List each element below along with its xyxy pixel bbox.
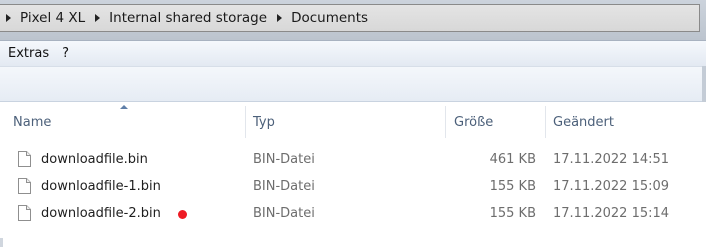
column-divider[interactable] (545, 106, 546, 138)
file-modified: 17.11.2022 15:09 (553, 179, 670, 194)
address-bar[interactable]: Pixel 4 XL Internal shared storage Docum… (0, 4, 700, 32)
file-row[interactable]: downloadfile-1.bin BIN-Datei 155 KB 17.1… (0, 173, 706, 200)
breadcrumb-chevron-icon[interactable] (6, 14, 11, 22)
breadcrumb-device[interactable]: Pixel 4 XL (20, 10, 85, 26)
red-dot-marker (178, 210, 187, 219)
menu-help[interactable]: ? (54, 46, 74, 61)
file-type: BIN-Datei (253, 152, 315, 167)
file-size: 155 KB (489, 206, 536, 221)
explorer-window: Pixel 4 XL Internal shared storage Docum… (0, 0, 706, 247)
column-header-modified[interactable]: Geändert (553, 115, 614, 130)
address-bar-frame: Pixel 4 XL Internal shared storage Docum… (0, 0, 706, 40)
file-icon (18, 205, 31, 221)
breadcrumb-chevron-icon[interactable] (95, 14, 101, 22)
column-header-name[interactable]: Name (13, 115, 51, 130)
file-row[interactable]: downloadfile.bin BIN-Datei 461 KB 17.11.… (0, 146, 706, 173)
breadcrumb-documents[interactable]: Documents (291, 10, 368, 26)
file-icon (18, 151, 31, 167)
file-name[interactable]: downloadfile.bin (41, 152, 148, 167)
column-headers: Name Typ Größe Geändert (0, 102, 706, 140)
file-type: BIN-Datei (253, 206, 315, 221)
sort-ascending-icon (120, 105, 128, 109)
breadcrumb-chevron-icon[interactable] (277, 14, 283, 22)
file-modified: 17.11.2022 15:14 (553, 206, 670, 221)
file-modified: 17.11.2022 14:51 (553, 152, 670, 167)
window-edge (0, 238, 3, 247)
file-name[interactable]: downloadfile-1.bin (41, 179, 161, 194)
file-size: 155 KB (489, 179, 536, 194)
breadcrumb-storage[interactable]: Internal shared storage (109, 10, 267, 26)
menu-bar: Extras ? (0, 40, 706, 66)
file-size: 461 KB (489, 152, 536, 167)
column-header-type[interactable]: Typ (253, 115, 275, 130)
menu-extras[interactable]: Extras (0, 46, 54, 61)
file-row[interactable]: downloadfile-2.bin BIN-Datei 155 KB 17.1… (0, 200, 706, 227)
toolbar (0, 66, 706, 102)
column-header-size[interactable]: Größe (454, 115, 493, 130)
toolbar-edge (702, 66, 706, 102)
file-type: BIN-Datei (253, 179, 315, 194)
file-list: downloadfile.bin BIN-Datei 461 KB 17.11.… (0, 146, 706, 227)
column-divider[interactable] (445, 106, 446, 138)
file-name[interactable]: downloadfile-2.bin (41, 206, 161, 221)
column-divider[interactable] (245, 106, 246, 138)
file-icon (18, 178, 31, 194)
